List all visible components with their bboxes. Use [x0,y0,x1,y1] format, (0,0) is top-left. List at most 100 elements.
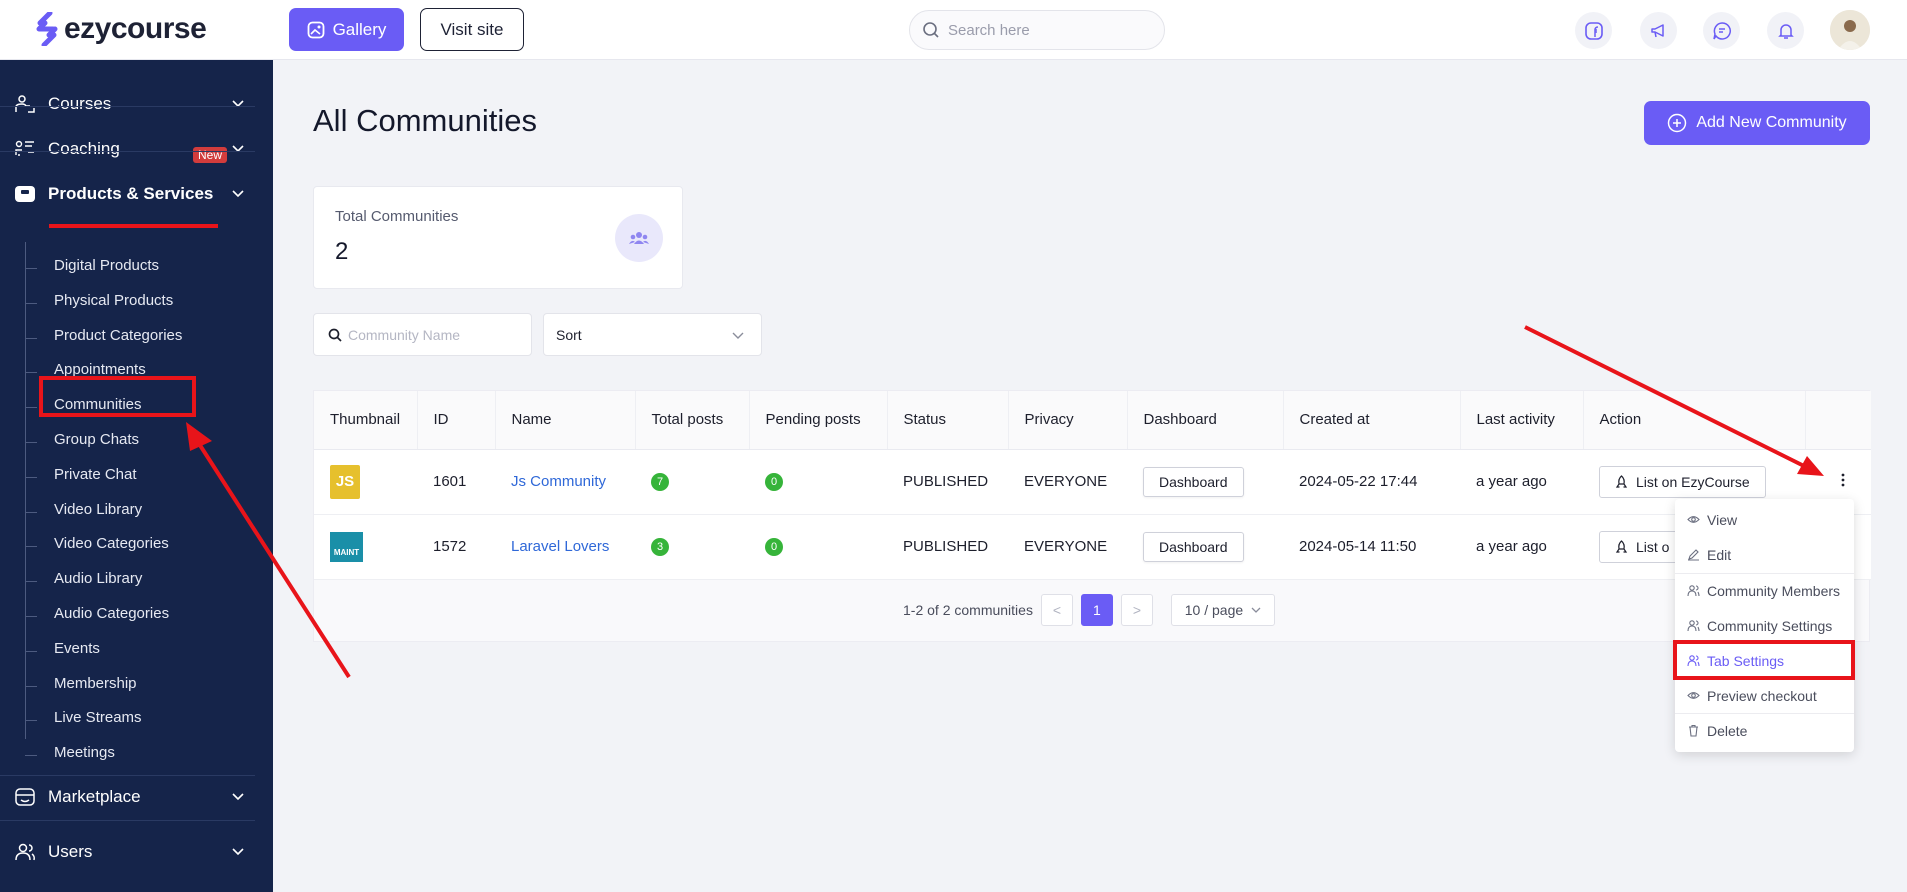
sidebar-subitem-group-chats[interactable]: Group Chats [54,431,139,448]
chat-icon[interactable] [1703,12,1740,49]
more-vertical-icon[interactable] [1835,472,1851,488]
sidebar-subitem-digital-products[interactable]: Digital Products [54,257,159,274]
total-communities-card: Total Communities 2 [313,186,683,289]
submenu-tick [25,442,37,443]
chevron-down-icon [232,848,244,856]
sidebar-item-users[interactable]: Users [0,830,273,874]
menu-item-view[interactable]: View [1675,502,1854,537]
menu-item-community-settings[interactable]: Community Settings [1675,608,1854,643]
sidebar-subitem-membership[interactable]: Membership [54,675,137,692]
column-header: Created at [1283,391,1461,450]
chevron-down-icon [732,332,744,339]
community-name-link[interactable]: Js Community [511,473,606,490]
sidebar-subitem-product-categories[interactable]: Product Categories [54,327,182,344]
sidebar-subitem-audio-categories[interactable]: Audio Categories [54,605,169,622]
prev-page-button[interactable]: < [1040,594,1073,626]
pagination: 1-2 of 2 communities < 1 > 10 / page [903,594,1275,626]
visit-site-button[interactable]: Visit site [420,8,524,51]
column-header: Status [887,391,1009,450]
column-header: Privacy [1008,391,1128,450]
dashboard-cell: Dashboard [1127,449,1283,515]
sidebar-item-label: Users [48,842,93,861]
filter-placeholder: Community Name [348,326,461,343]
dashboard-button[interactable]: Dashboard [1143,531,1244,562]
page-title: All Communities [313,103,537,138]
search-icon [923,22,939,38]
sidebar-divider [0,151,255,152]
sidebar-item-products-services[interactable]: Products & Services [0,172,273,216]
menu-item-delete[interactable]: Delete [1675,713,1854,748]
sidebar-item-courses[interactable]: Courses [0,82,273,126]
gallery-button[interactable]: Gallery [289,8,404,51]
sidebar-subitem-physical-products[interactable]: Physical Products [54,292,173,309]
thumbnail-cell: MAINT [314,514,417,580]
sidebar-subitem-audio-library[interactable]: Audio Library [54,570,142,587]
megaphone-icon[interactable] [1640,12,1677,49]
coaching-icon [15,140,34,156]
column-header: Action [1583,391,1806,450]
page-button[interactable]: 1 [1080,594,1113,626]
search-placeholder: Search here [948,21,1030,39]
submenu-tick [25,338,37,339]
sidebar-subitem-meetings[interactable]: Meetings [54,744,115,761]
dashboard-button[interactable]: Dashboard [1143,466,1244,497]
community-name-link[interactable]: Laravel Lovers [511,538,609,555]
next-page-button[interactable]: > [1120,594,1153,626]
column-header-blank [1805,391,1871,450]
laravel-thumbnail: MAINT [330,531,363,562]
sidebar-subitem-video-library[interactable]: Video Library [54,501,142,518]
submenu-tick [25,755,37,756]
last-activity-cell: a year ago [1460,449,1583,515]
stat-value: 2 [335,238,349,265]
sidebar-item-coaching[interactable]: Coaching [0,127,273,171]
users-icon [15,843,35,861]
brand-logo[interactable]: ezycourse [36,12,207,46]
rocket-icon [1615,474,1628,488]
submenu-tick [25,581,37,582]
list-on-ezycourse-button[interactable]: List on EzyCourse [1599,465,1766,498]
menu-item-community-members[interactable]: Community Members [1675,573,1854,608]
community-name-search[interactable]: Community Name [313,313,532,356]
courses-icon [15,95,35,113]
chevron-down-icon [232,100,244,108]
sidebar-subitem-video-categories[interactable]: Video Categories [54,535,169,552]
pending-posts-badge: 0 [765,473,783,491]
table-header-row: Thumbnail ID Name Total posts Pending po… [314,391,1871,450]
sidebar-item-marketplace[interactable]: Marketplace [0,775,273,819]
submenu-tick [25,512,37,513]
sidebar-subitem-live-streams[interactable]: Live Streams [54,709,142,726]
sidebar-divider [0,820,255,821]
menu-item-edit[interactable]: Edit [1675,537,1854,572]
name-cell: Laravel Lovers [495,514,635,580]
page-size-select[interactable]: 10 / page [1170,594,1275,626]
bell-icon[interactable] [1767,12,1804,49]
dashboard-cell: Dashboard [1127,514,1283,580]
sort-select[interactable]: Sort [543,313,762,356]
page-size-label: 10 / page [1184,602,1244,618]
people-icon [1687,585,1700,597]
privacy-cell: EVERYONE [1008,449,1127,515]
add-new-community-button[interactable]: Add New Community [1644,101,1870,145]
sidebar-item-label: Coaching [48,139,120,158]
sidebar-subitem-private-chat[interactable]: Private Chat [54,466,137,483]
global-search-input[interactable]: Search here [909,10,1165,50]
name-cell: Js Community [495,449,635,515]
chevron-down-icon [1251,607,1261,613]
list-on-ezycourse-button[interactable]: List o [1599,530,1686,563]
new-badge: New [193,147,228,163]
pagination-summary: 1-2 of 2 communities [903,602,1033,618]
sidebar-subitem-events[interactable]: Events [54,640,100,657]
submenu-tick [25,651,37,652]
last-activity-cell: a year ago [1460,514,1583,580]
people-icon [1687,620,1700,632]
menu-item-preview-checkout[interactable]: Preview checkout [1675,678,1854,713]
facebook-icon[interactable] [1575,12,1612,49]
thumbnail-cell: JS [314,449,417,515]
menu-item-label: View [1707,511,1738,528]
table-row: JS 1601 Js Community 7 0 PUBLISHED EVERY… [314,449,1871,515]
user-avatar[interactable] [1830,10,1870,50]
total-posts-badge: 3 [651,538,669,556]
column-header: Pending posts [749,391,888,450]
total-posts-cell: 3 [635,514,749,580]
menu-item-label: Delete [1707,722,1748,739]
